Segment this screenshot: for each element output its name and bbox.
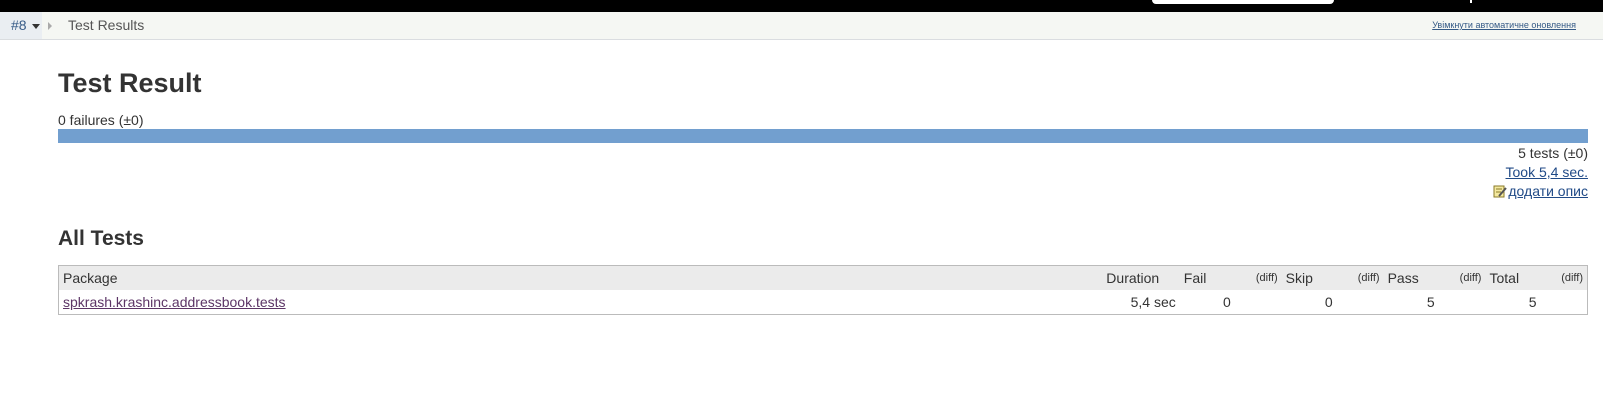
failures-count: 0 failures (±0) [58, 112, 144, 128]
column-header-total-diff[interactable]: (diff) [1540, 265, 1588, 290]
cell-skip: 0 [1324, 294, 1333, 310]
search-box[interactable] [1152, 0, 1334, 4]
top-header-bar [0, 0, 1603, 12]
column-header-skip-diff[interactable]: (diff) [1336, 265, 1384, 290]
all-tests-heading: All Tests [58, 227, 144, 250]
breadcrumb-current-page[interactable]: Test Results [68, 12, 144, 39]
column-header-fail-diff[interactable]: (diff) [1234, 265, 1282, 290]
breadcrumb-build-link[interactable]: #8 [0, 12, 42, 39]
cell-skip-diff [1337, 290, 1384, 315]
breadcrumb-separator-icon [48, 22, 52, 30]
header-mark [1470, 0, 1472, 3]
column-header-skip[interactable]: Skip [1281, 265, 1337, 290]
cell-fail: 0 [1223, 294, 1231, 310]
column-header-duration[interactable]: Duration [1102, 265, 1180, 290]
column-header-package[interactable]: Package [58, 265, 1103, 290]
column-header-pass-diff[interactable]: (diff) [1438, 265, 1486, 290]
cell-total-diff [1541, 290, 1588, 315]
tests-count: 5 tests (±0) [1518, 145, 1588, 161]
notepad-pencil-icon[interactable] [1493, 184, 1508, 203]
table-row: spkrash.krashinc.addressbook.tests 5,4 s… [59, 290, 1588, 315]
results-table: Package Duration Fail (diff) Skip (diff)… [58, 265, 1588, 315]
table-header-row: Package Duration Fail (diff) Skip (diff)… [58, 265, 1588, 290]
page-title: Test Result [58, 68, 202, 98]
cell-duration: 5,4 sec [1130, 294, 1176, 310]
cell-pass-diff [1439, 290, 1486, 315]
column-header-total[interactable]: Total [1485, 265, 1541, 290]
column-header-pass[interactable]: Pass [1383, 265, 1439, 290]
package-link[interactable]: spkrash.krashinc.addressbook.tests [63, 294, 286, 310]
cell-pass: 5 [1426, 294, 1435, 310]
breadcrumb: #8 Test Results Увімкнути автоматичне он… [0, 12, 1603, 40]
add-description-link[interactable]: додати опис [1508, 183, 1588, 199]
test-result-bar-pass [58, 129, 1588, 143]
column-header-fail[interactable]: Fail [1179, 265, 1235, 290]
breadcrumb-build-label: #8 [11, 17, 27, 33]
test-result-bar [58, 129, 1588, 143]
duration-link[interactable]: Took 5,4 sec. [1506, 164, 1589, 180]
cell-total: 5 [1528, 294, 1537, 310]
auto-refresh-link[interactable]: Увімкнути автоматичне оновлення [1432, 12, 1576, 39]
summary: 5 tests (±0) Took 5,4 sec. додати опис [1493, 144, 1588, 203]
cell-fail-diff [1235, 290, 1282, 315]
chevron-down-icon[interactable] [32, 24, 40, 29]
